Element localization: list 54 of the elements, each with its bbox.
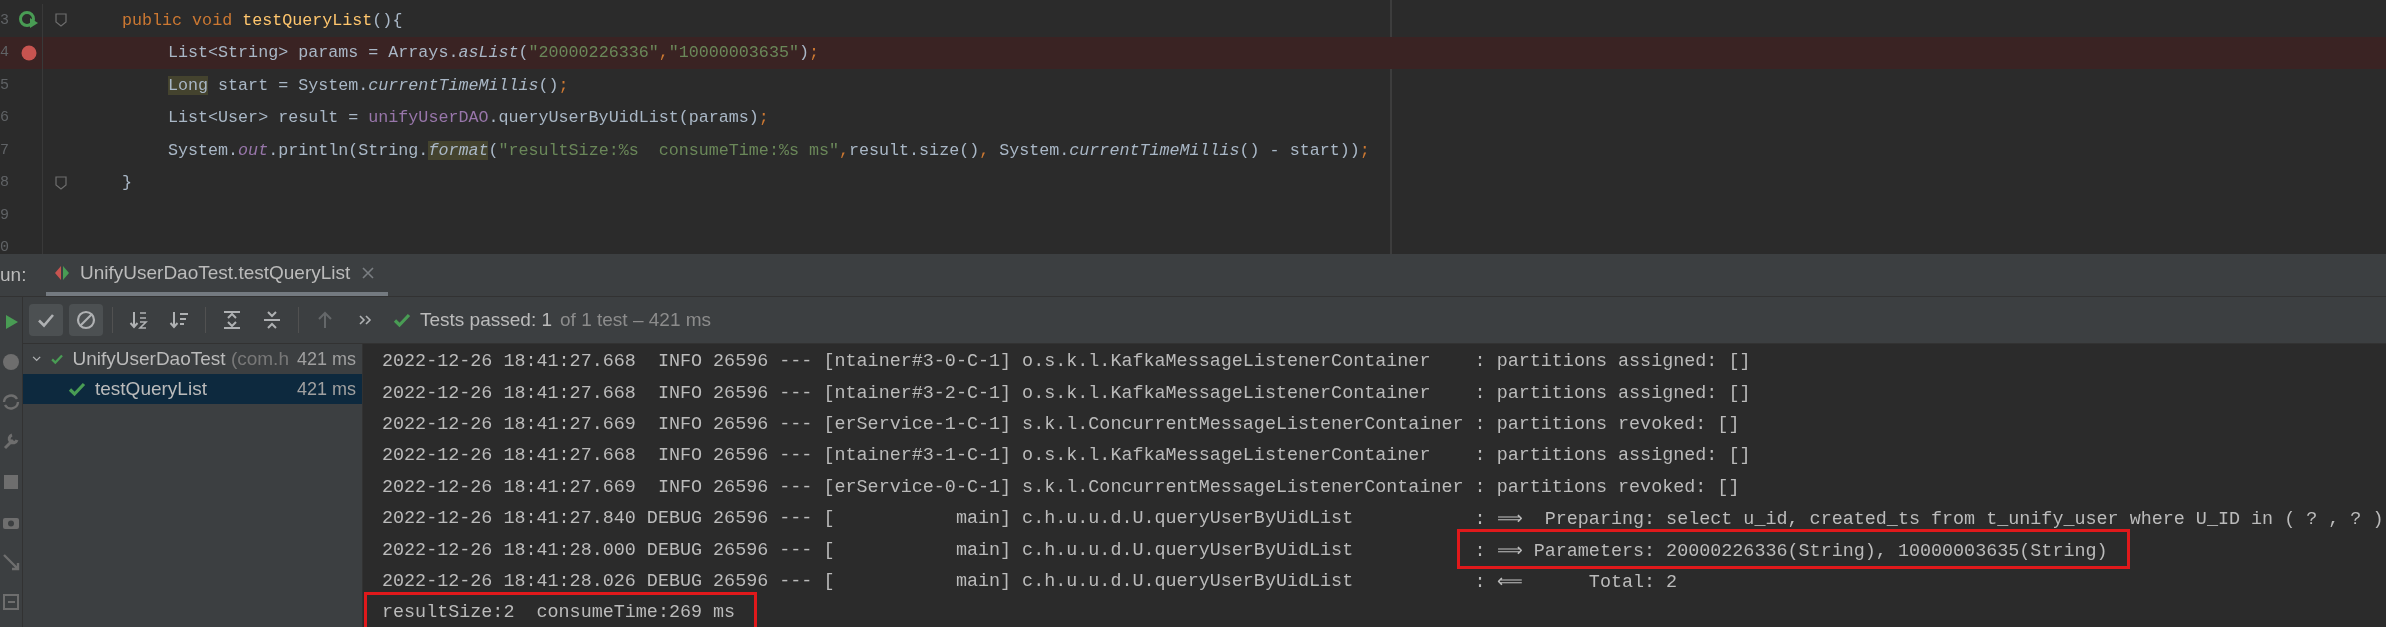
log-message: : partitions revoked: [] bbox=[1474, 476, 1740, 498]
log-message: : partitions assigned: [] bbox=[1474, 382, 1751, 404]
toolbar-button[interactable] bbox=[29, 304, 63, 336]
log-header: 2022-12-26 18:41:27.668 INFO 26596 --- [ntainer#3-1-C-1] o.s.k.l.KafkaMessageListenerContainer bbox=[382, 445, 1432, 467]
log-header: 2022-12-26 18:41:27.840 DEBUG 26596 --- [ main] c.h.u.u.d.U.queryUserByUidList bbox=[382, 508, 1355, 530]
log-header: 2022-12-26 18:41:27.669 INFO 26596 --- [erService-0-C-1] s.k.l.ConcurrentMessageListenerContainer bbox=[382, 476, 1465, 498]
duration: 421 ms bbox=[296, 378, 356, 400]
line-number: 9 bbox=[0, 206, 10, 224]
run-label: un: bbox=[0, 264, 28, 286]
log-header: 2022-12-26 18:41:27.668 INFO 26596 --- [ntainer#3-2-C-1] o.s.k.l.KafkaMessageListenerContainer bbox=[382, 382, 1432, 404]
log-header: 2022-12-26 18:41:28.000 DEBUG 26596 --- [ main] c.h.u.u.d.U.queryUserByUidList bbox=[382, 539, 1355, 561]
line-number: 4 bbox=[0, 44, 10, 62]
log-message: : ⟹ Parameters: 20000226336(String), 10000003635(String) bbox=[1474, 538, 2108, 562]
log-message: : ⟸ Total: 2 bbox=[1474, 570, 1678, 593]
code-line: List<User> result = unifyUserDAO.queryUserByUidList(params); bbox=[168, 108, 769, 128]
toolbar-button[interactable] bbox=[69, 304, 103, 336]
tree-item[interactable]: UnifyUserDaoTest (com.h 421 ms bbox=[23, 344, 362, 374]
log-message: : partitions assigned: [] bbox=[1474, 351, 1751, 373]
collapse-all-icon bbox=[261, 309, 283, 331]
close-icon[interactable] bbox=[360, 265, 377, 281]
code-line: System.out.println(String.format("resultSize:%s consumeTime:%s ms",result.size(), System.currentTimeMillis() - start)); bbox=[168, 140, 1370, 160]
log-message: : partitions assigned: [] bbox=[1474, 445, 1751, 467]
line-number: 7 bbox=[0, 141, 10, 159]
code-line: List<String> params = Arrays.asList("20000226336","10000003635"); bbox=[168, 43, 819, 63]
fold-icon[interactable] bbox=[55, 175, 67, 190]
log-header: 2022-12-26 18:41:27.669 INFO 26596 --- [erService-1-C-1] s.k.l.ConcurrentMessageListenerContainer bbox=[382, 413, 1465, 435]
code-line: } bbox=[122, 173, 132, 193]
no-entry-icon bbox=[75, 309, 97, 331]
duration: 421 ms bbox=[296, 348, 356, 370]
fold-icon[interactable] bbox=[55, 13, 67, 28]
log-message: : ⟹ Preparing: select u_id, created_ts from t_unify_user where U_ID in ( ? , ? ) bbox=[1474, 508, 2384, 531]
line-number: 6 bbox=[0, 109, 10, 127]
arrow-icon bbox=[0, 551, 22, 573]
run-test-icon[interactable] bbox=[19, 10, 39, 31]
line-number: 0 bbox=[0, 239, 10, 254]
breakpoint-icon[interactable] bbox=[21, 44, 37, 61]
rerun-icon bbox=[0, 391, 22, 413]
sort-alpha-icon bbox=[128, 309, 150, 331]
code-line: Long start = System.currentTimeMillis(); bbox=[168, 75, 569, 95]
sort-duration-icon bbox=[168, 309, 190, 331]
log-message: resultSize:2 consumeTime:269 ms bbox=[382, 602, 736, 624]
run-tab[interactable]: UnifyUserDaoTest.testQueryList bbox=[46, 254, 389, 296]
test-summary: Tests passed: 1 bbox=[420, 309, 553, 331]
log-header: 2022-12-26 18:41:28.026 DEBUG 26596 --- [ main] c.h.u.u.d.U.queryUserByUidList bbox=[382, 570, 1355, 592]
test-detail: of 1 test – 421 ms bbox=[560, 309, 712, 331]
expand-all-icon bbox=[221, 309, 243, 331]
test-run-icon bbox=[54, 264, 70, 282]
log-header: 2022-12-26 18:41:27.668 INFO 26596 --- [ntainer#3-0-C-1] o.s.k.l.KafkaMessageListenerContainer bbox=[382, 351, 1432, 373]
line-number: 8 bbox=[0, 174, 10, 192]
code-line: public void testQueryList(){ bbox=[122, 10, 403, 30]
line-number: 5 bbox=[0, 76, 10, 94]
tree-item[interactable]: testQueryList 421 ms bbox=[23, 374, 362, 404]
line-number: 3 bbox=[0, 11, 10, 29]
log-message: : partitions revoked: [] bbox=[1474, 413, 1740, 435]
